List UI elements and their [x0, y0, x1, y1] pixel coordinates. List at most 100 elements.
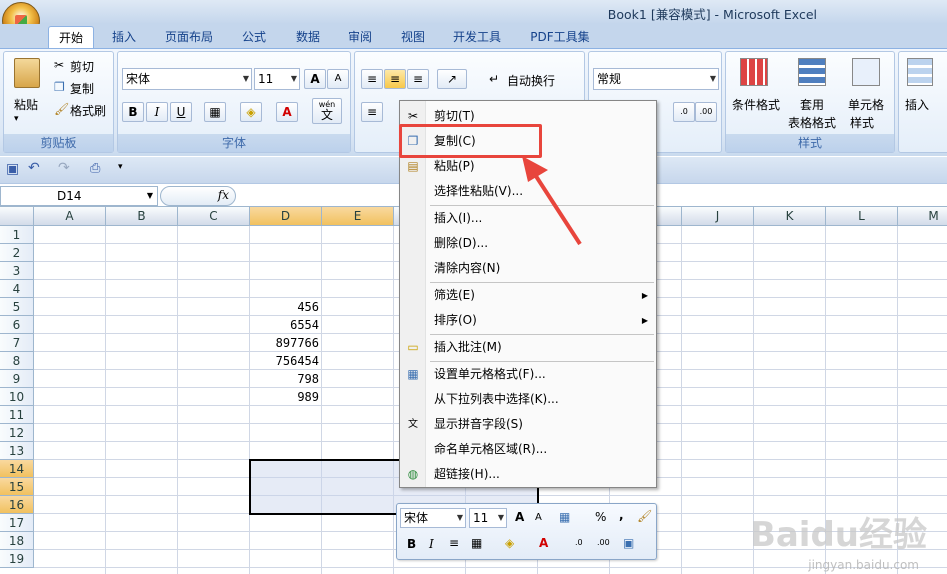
row-header-16[interactable]: 16: [0, 496, 34, 514]
cell-d5[interactable]: 456: [250, 298, 322, 316]
wrap-text-button[interactable]: 自动换行: [507, 72, 555, 89]
menu-item-clear-contents[interactable]: 清除内容(N): [400, 256, 656, 281]
align-left-icon[interactable]: ≡: [361, 102, 383, 122]
customize-qat-icon[interactable]: ▾: [118, 162, 123, 172]
underline-button[interactable]: U: [170, 102, 192, 122]
row-header-8[interactable]: 8: [0, 352, 34, 370]
align-top-icon[interactable]: ≡: [361, 69, 383, 89]
column-header-J[interactable]: J: [682, 207, 754, 226]
tab-home[interactable]: 开始: [48, 26, 94, 48]
shrink-font-button[interactable]: A: [327, 69, 349, 89]
paste-button[interactable]: 粘贴: [14, 96, 38, 113]
tab-pdf-tools[interactable]: PDF工具集: [522, 26, 598, 48]
grow-font-button[interactable]: A: [304, 69, 326, 89]
tab-insert[interactable]: 插入: [102, 26, 146, 48]
mini-center-icon[interactable]: ≡: [449, 536, 459, 550]
mini-decrease-decimal-icon[interactable]: .00: [597, 538, 610, 547]
orientation-icon[interactable]: ↗: [437, 69, 467, 89]
row-header-4[interactable]: 4: [0, 280, 34, 298]
conditional-format-button[interactable]: 条件格式: [732, 96, 780, 113]
menu-item-show-phonetic[interactable]: 文 显示拼音字段(S): [400, 412, 656, 437]
row-header-18[interactable]: 18: [0, 532, 34, 550]
column-header-E[interactable]: E: [322, 207, 394, 226]
row-header-5[interactable]: 5: [0, 298, 34, 316]
font-size-select[interactable]: 11 ▼: [254, 68, 300, 90]
column-header-C[interactable]: C: [178, 207, 250, 226]
column-header-B[interactable]: B: [106, 207, 178, 226]
tab-developer[interactable]: 开发工具: [444, 26, 510, 48]
column-header-D[interactable]: D: [250, 207, 322, 226]
row-header-7[interactable]: 7: [0, 334, 34, 352]
cell-d8[interactable]: 756454: [250, 352, 322, 370]
font-color-button[interactable]: A: [276, 102, 298, 122]
mini-format-icon[interactable]: ▦: [559, 510, 570, 524]
font-name-select[interactable]: 宋体 ▼: [122, 68, 252, 90]
tab-data[interactable]: 数据: [286, 26, 330, 48]
copy-button[interactable]: 复制: [70, 80, 94, 97]
row-header-19[interactable]: 19: [0, 550, 34, 568]
undo-icon[interactable]: ↶: [28, 160, 40, 176]
mini-italic-button[interactable]: I: [429, 537, 434, 551]
decrease-decimal-icon[interactable]: .00: [695, 102, 717, 122]
row-header-1[interactable]: 1: [0, 226, 34, 244]
row-header-6[interactable]: 6: [0, 316, 34, 334]
column-header-A[interactable]: A: [34, 207, 106, 226]
row-header-9[interactable]: 9: [0, 370, 34, 388]
table-format-button-line1[interactable]: 套用: [800, 96, 824, 113]
tab-review[interactable]: 审阅: [338, 26, 382, 48]
mini-bold-button[interactable]: B: [407, 537, 416, 551]
column-header-M[interactable]: M: [898, 207, 947, 226]
print-preview-icon[interactable]: ⎙: [90, 161, 100, 176]
format-painter-button[interactable]: 格式刷: [70, 102, 106, 119]
mini-percent-button[interactable]: %: [595, 510, 606, 524]
chevron-down-icon[interactable]: ▾: [14, 114, 19, 124]
row-header-13[interactable]: 13: [0, 442, 34, 460]
insert-function-icon[interactable]: fx: [218, 188, 229, 202]
mini-shrink-font-button[interactable]: A: [535, 512, 542, 523]
tab-formulas[interactable]: 公式: [232, 26, 276, 48]
align-middle-icon[interactable]: ≡: [384, 69, 406, 89]
border-button[interactable]: ▦: [204, 102, 226, 122]
cell-d7[interactable]: 897766: [250, 334, 322, 352]
number-format-select[interactable]: 常规 ▼: [593, 68, 719, 90]
mini-merge-icon[interactable]: ▣: [623, 536, 634, 550]
menu-item-pick-from-list[interactable]: 从下拉列表中选择(K)...: [400, 387, 656, 412]
name-box[interactable]: D14 ▼: [0, 186, 158, 206]
row-header-10[interactable]: 10: [0, 388, 34, 406]
row-header-17[interactable]: 17: [0, 514, 34, 532]
mini-fill-icon[interactable]: ◈: [505, 536, 514, 550]
menu-item-filter[interactable]: 筛选(E) ▶: [400, 283, 656, 308]
row-header-12[interactable]: 12: [0, 424, 34, 442]
mini-increase-decimal-icon[interactable]: .0: [575, 538, 583, 547]
mini-grow-font-button[interactable]: A: [515, 510, 524, 524]
menu-item-sort[interactable]: 排序(O) ▶: [400, 308, 656, 333]
column-header-K[interactable]: K: [754, 207, 826, 226]
row-header-3[interactable]: 3: [0, 262, 34, 280]
row-header-11[interactable]: 11: [0, 406, 34, 424]
mini-brush-icon[interactable]: 🖌: [637, 509, 652, 523]
mini-font-select[interactable]: 宋体 ▼: [400, 508, 466, 528]
row-header-14[interactable]: 14: [0, 460, 34, 478]
cut-button[interactable]: 剪切: [70, 58, 94, 75]
menu-item-hyperlink[interactable]: ◍ 超链接(H)...: [400, 462, 656, 487]
select-all-button[interactable]: [0, 207, 34, 226]
insert-cells-button[interactable]: 插入: [905, 96, 929, 113]
cell-d9[interactable]: 798: [250, 370, 322, 388]
menu-item-format-cells[interactable]: ▦ 设置单元格格式(F)...: [400, 362, 656, 387]
table-format-button-line2[interactable]: 表格格式: [788, 114, 836, 131]
cell-style-button-line1[interactable]: 单元格: [848, 96, 884, 113]
save-icon[interactable]: ▣: [6, 161, 19, 177]
mini-size-select[interactable]: 11 ▼: [469, 508, 507, 528]
menu-item-insert-comment[interactable]: ▭ 插入批注(M): [400, 335, 656, 360]
tab-page-layout[interactable]: 页面布局: [156, 26, 222, 48]
row-header-15[interactable]: 15: [0, 478, 34, 496]
mini-font-color-button[interactable]: A: [539, 536, 548, 550]
italic-button[interactable]: I: [146, 102, 168, 122]
tab-view[interactable]: 视图: [391, 26, 435, 48]
align-bottom-icon[interactable]: ≡: [407, 69, 429, 89]
cell-d6[interactable]: 6554: [250, 316, 322, 334]
mini-border-icon[interactable]: ▦: [471, 536, 482, 550]
chevron-down-icon[interactable]: ▼: [147, 187, 153, 205]
phonetic-button[interactable]: wén 文: [312, 98, 342, 124]
bold-button[interactable]: B: [122, 102, 144, 122]
